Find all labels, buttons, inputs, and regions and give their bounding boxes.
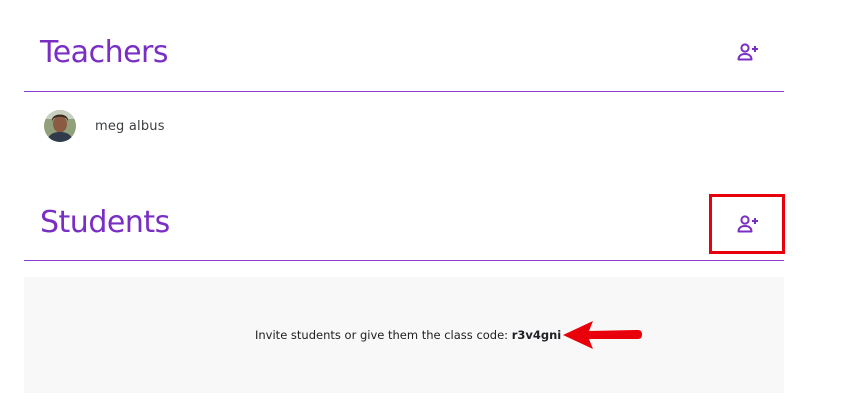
class-people-page: Teachers meg albus Students Invite stude… (0, 0, 842, 415)
person-add-icon (737, 43, 758, 61)
avatar (44, 110, 76, 142)
invite-teachers-button[interactable] (728, 32, 768, 72)
teacher-list-item[interactable]: meg albus (44, 110, 165, 142)
invite-text: Invite students or give them the class c… (255, 328, 512, 342)
students-heading: Students (40, 205, 170, 240)
teachers-heading: Teachers (40, 35, 169, 70)
arrow-annotation-icon (563, 321, 642, 349)
teacher-name: meg albus (95, 118, 165, 134)
teachers-divider (24, 91, 784, 92)
class-code: r3v4gni (511, 328, 562, 342)
students-divider (24, 260, 784, 261)
person-add-icon (737, 215, 758, 233)
invite-message: Invite students or give them the class c… (255, 328, 561, 342)
invite-students-button[interactable] (728, 204, 768, 244)
